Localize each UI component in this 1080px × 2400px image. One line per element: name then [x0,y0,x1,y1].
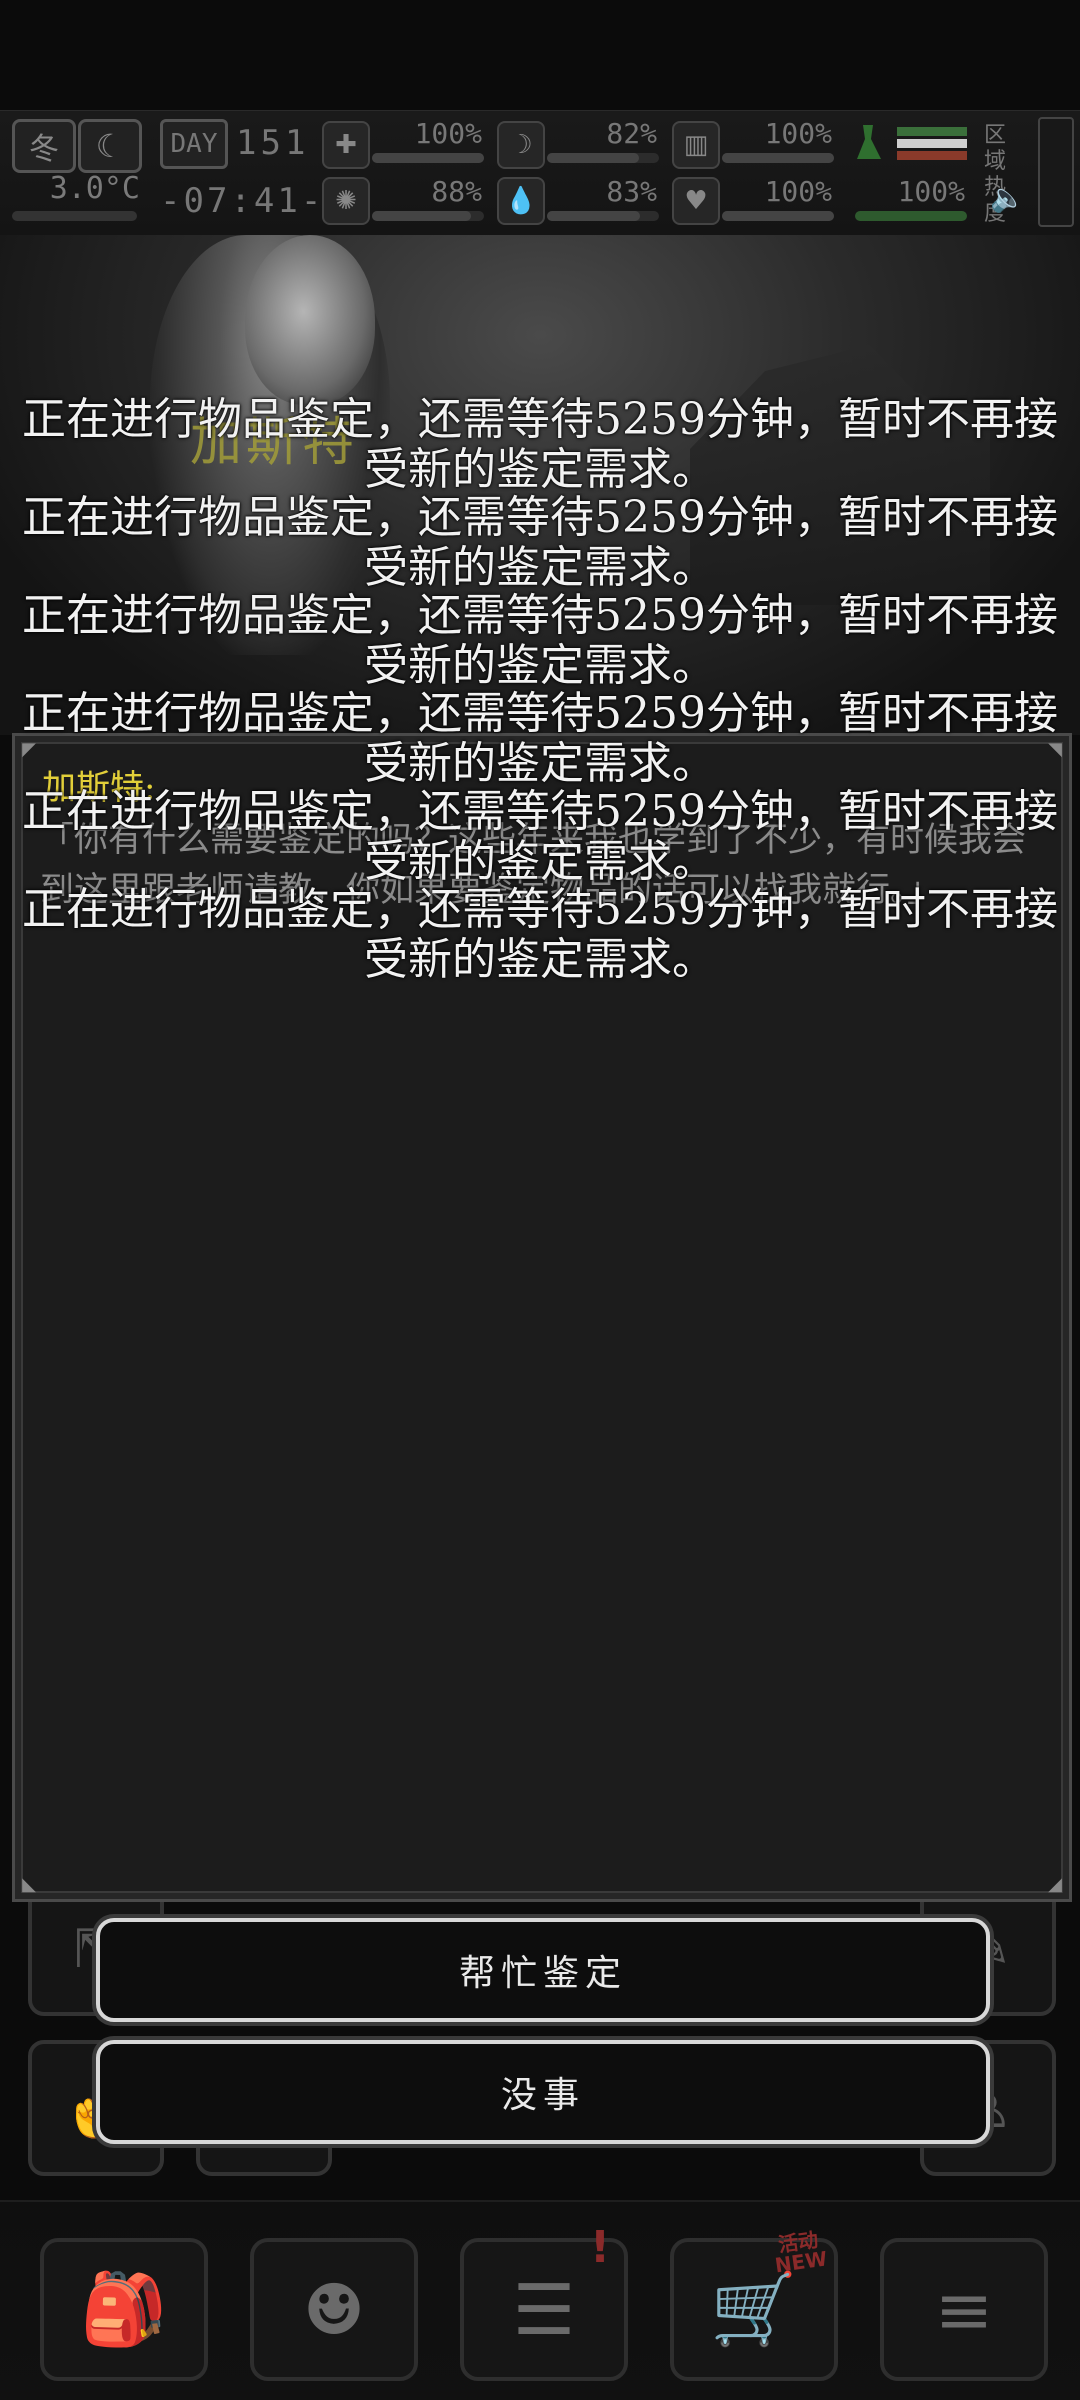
region-bar [855,211,967,221]
sanity-value: 88% [431,175,482,208]
stomach-icon: ☽ [497,121,545,169]
sanity-bar [372,211,484,221]
health-value: 100% [414,117,482,150]
toast-message: 正在进行物品鉴定，还需等待5259分钟，暂时不再接受新的鉴定需求。 [22,787,1058,886]
toast-message: 正在进行物品鉴定，还需等待5259分钟，暂时不再接受新的鉴定需求。 [22,689,1058,788]
bottom-nav: 🎒 ☻ ☰ 🛒 ≡ [0,2200,1080,2400]
stamina-value: 100% [764,117,832,150]
temperature-readout: 3.0°C [49,171,140,206]
backpack-icon[interactable]: 🎒 [40,2238,208,2381]
day-number: 151 [236,123,310,163]
medkit-icon: ✚ [322,121,370,169]
hunger-value: 82% [606,117,657,150]
moon-icon: ☾ [78,119,142,173]
toast-message: 正在进行物品鉴定，还需等待5259分钟，暂时不再接受新的鉴定需求。 [22,493,1058,592]
toast-message: 正在进行物品鉴定，还需等待5259分钟，暂时不再接受新的鉴定需求。 [22,395,1058,494]
toast-stack: 正在进行物品鉴定，还需等待5259分钟，暂时不再接受新的鉴定需求。 正在进行物品… [20,395,1060,984]
corner-ornament: ◢ [1048,1874,1062,1895]
heart-icon: ♥ [672,177,720,225]
brain-head-icon[interactable]: ☻ [250,2238,418,2381]
day-label: DAY [160,119,228,169]
health-bar [372,153,484,163]
toast-message: 正在进行物品鉴定，还需等待5259分钟，暂时不再接受新的鉴定需求。 [22,591,1058,690]
nothing-button[interactable]: 没事 [96,2040,990,2144]
water-drop-icon: 💧 [497,177,545,225]
status-hud: 冬 ☾ 3.0°C DAY 151 -07:41- ✚ 100% ☽ 82% ▥… [0,110,1080,237]
sound-icon[interactable]: 🔈 [990,181,1025,214]
temperature-bar [12,211,137,221]
mood-value: 100% [764,175,832,208]
brain-icon: ✺ [322,177,370,225]
game-clock: -07:41- [160,181,325,221]
thirst-bar [547,211,659,221]
shop-new-badge: 活动 NEW [773,2227,829,2278]
stamina-bar [722,153,834,163]
toast-message: 正在进行物品鉴定，还需等待5259分钟，暂时不再接受新的鉴定需求。 [22,885,1058,984]
corner-ornament: ◣ [22,1874,36,1895]
flask-flag-icon [857,125,967,160]
notebook-alert-badge: ! [590,2222,611,2273]
appraise-button[interactable]: 帮忙鉴定 [96,1918,990,2022]
region-value: 100% [897,175,965,208]
mood-bar [722,211,834,221]
npc-portrait-head [245,235,375,405]
season-icon: 冬 [12,119,76,173]
hunger-bar [547,153,659,163]
thirst-value: 83% [606,175,657,208]
heat-meter [1038,117,1074,227]
stamina-icon: ▥ [672,121,720,169]
game-screen: 冬 ☾ 3.0°C DAY 151 -07:41- ✚ 100% ☽ 82% ▥… [0,0,1080,2400]
menu-list-icon[interactable]: ≡ [880,2238,1048,2381]
